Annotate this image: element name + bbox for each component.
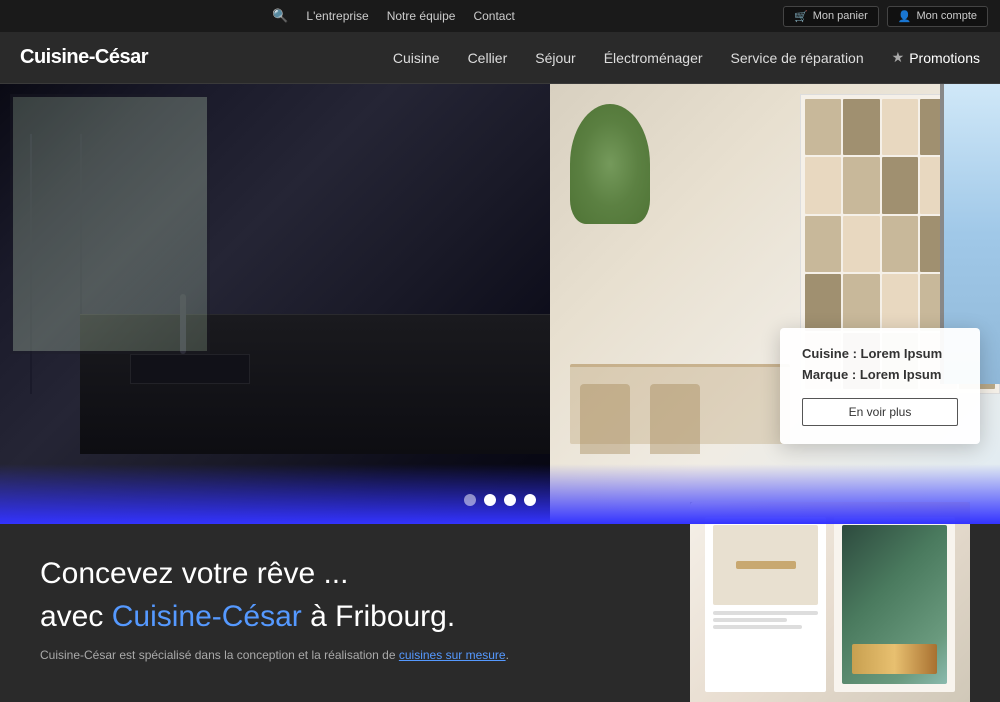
top-bar: 🔍 L'entreprise Notre équipe Contact 🛒 Mo… <box>0 0 1000 32</box>
nav-bar: Cuisine-César Cuisine Cellier Séjour Éle… <box>0 32 1000 84</box>
contact-link[interactable]: Contact <box>473 9 514 23</box>
catalog-right-page <box>834 517 955 692</box>
lentreprise-link[interactable]: L'entreprise <box>306 9 368 23</box>
catalog-img-placeholder <box>713 525 818 605</box>
chair-2 <box>650 384 700 454</box>
hero-background <box>0 84 1000 524</box>
cart-icon: 🛒 <box>794 10 808 23</box>
cuisine-label: Cuisine <box>802 346 849 361</box>
catalog-handle <box>736 561 796 569</box>
nav-cuisine[interactable]: Cuisine <box>393 50 440 66</box>
cuisine-value: Lorem Ipsum <box>861 346 943 361</box>
marque-info: Marque : Lorem Ipsum <box>802 367 958 382</box>
catalog-mockup <box>690 502 970 702</box>
marque-label: Marque <box>802 367 848 382</box>
catalog-page <box>705 517 955 692</box>
main-nav: Cuisine Cellier Séjour Électroménager Se… <box>393 49 980 66</box>
cuisine-info: Cuisine : Lorem Ipsum <box>802 346 958 361</box>
dot-3[interactable] <box>504 494 516 506</box>
subtext-suffix: . <box>506 648 509 662</box>
dot-4[interactable] <box>524 494 536 506</box>
headline-suffix: à Fribourg. <box>302 600 455 633</box>
window-view <box>10 94 210 354</box>
dot-2[interactable] <box>484 494 496 506</box>
search-icon[interactable]: 🔍 <box>272 8 288 24</box>
cuisines-link[interactable]: cuisines sur mesure <box>399 648 506 662</box>
subtext-prefix: Cuisine-César est spécialisé dans la con… <box>40 648 399 662</box>
text-line-3 <box>713 625 802 629</box>
voir-plus-button[interactable]: En voir plus <box>802 398 958 426</box>
marque-value: Lorem Ipsum <box>860 367 942 382</box>
promotions-label: Promotions <box>909 50 980 66</box>
catalog-image <box>690 502 970 702</box>
headline-brand: Cuisine-César <box>112 600 302 633</box>
text-line-2 <box>713 618 787 622</box>
hero-right-panel <box>550 84 1000 524</box>
chair-1 <box>580 384 630 454</box>
hero-section: Cuisine : Lorem Ipsum Marque : Lorem Ips… <box>0 84 1000 524</box>
cart-label: Mon panier <box>813 10 868 22</box>
slider-dots <box>464 494 536 506</box>
catalog-right-image <box>842 525 947 684</box>
catalog-left-page <box>705 517 826 692</box>
top-bar-links: 🔍 L'entreprise Notre équipe Contact <box>12 8 775 24</box>
account-button[interactable]: 👤 Mon compte <box>887 6 988 27</box>
account-label: Mon compte <box>916 10 977 22</box>
sink <box>130 354 250 384</box>
dot-1[interactable] <box>464 494 476 506</box>
account-icon: 👤 <box>898 10 912 23</box>
catalog-text-lines <box>713 611 818 629</box>
notre-equipe-link[interactable]: Notre équipe <box>387 9 456 23</box>
nav-electromenager[interactable]: Électroménager <box>604 50 703 66</box>
site-logo[interactable]: Cuisine-César <box>20 46 148 69</box>
hero-left-panel <box>0 84 550 524</box>
star-icon: ★ <box>892 49 905 66</box>
bottom-section: Concevez votre rêve ... avec Cuisine-Cés… <box>0 524 1000 702</box>
text-line-1 <box>713 611 818 615</box>
nav-sejour[interactable]: Séjour <box>535 50 575 66</box>
nav-promotions[interactable]: ★ Promotions <box>892 49 980 66</box>
nav-cellier[interactable]: Cellier <box>468 50 508 66</box>
plant <box>570 104 650 224</box>
cart-button[interactable]: 🛒 Mon panier <box>783 6 879 27</box>
info-card: Cuisine : Lorem Ipsum Marque : Lorem Ips… <box>780 328 980 444</box>
headline-prefix: avec <box>40 600 112 633</box>
nav-service-reparation[interactable]: Service de réparation <box>731 50 864 66</box>
